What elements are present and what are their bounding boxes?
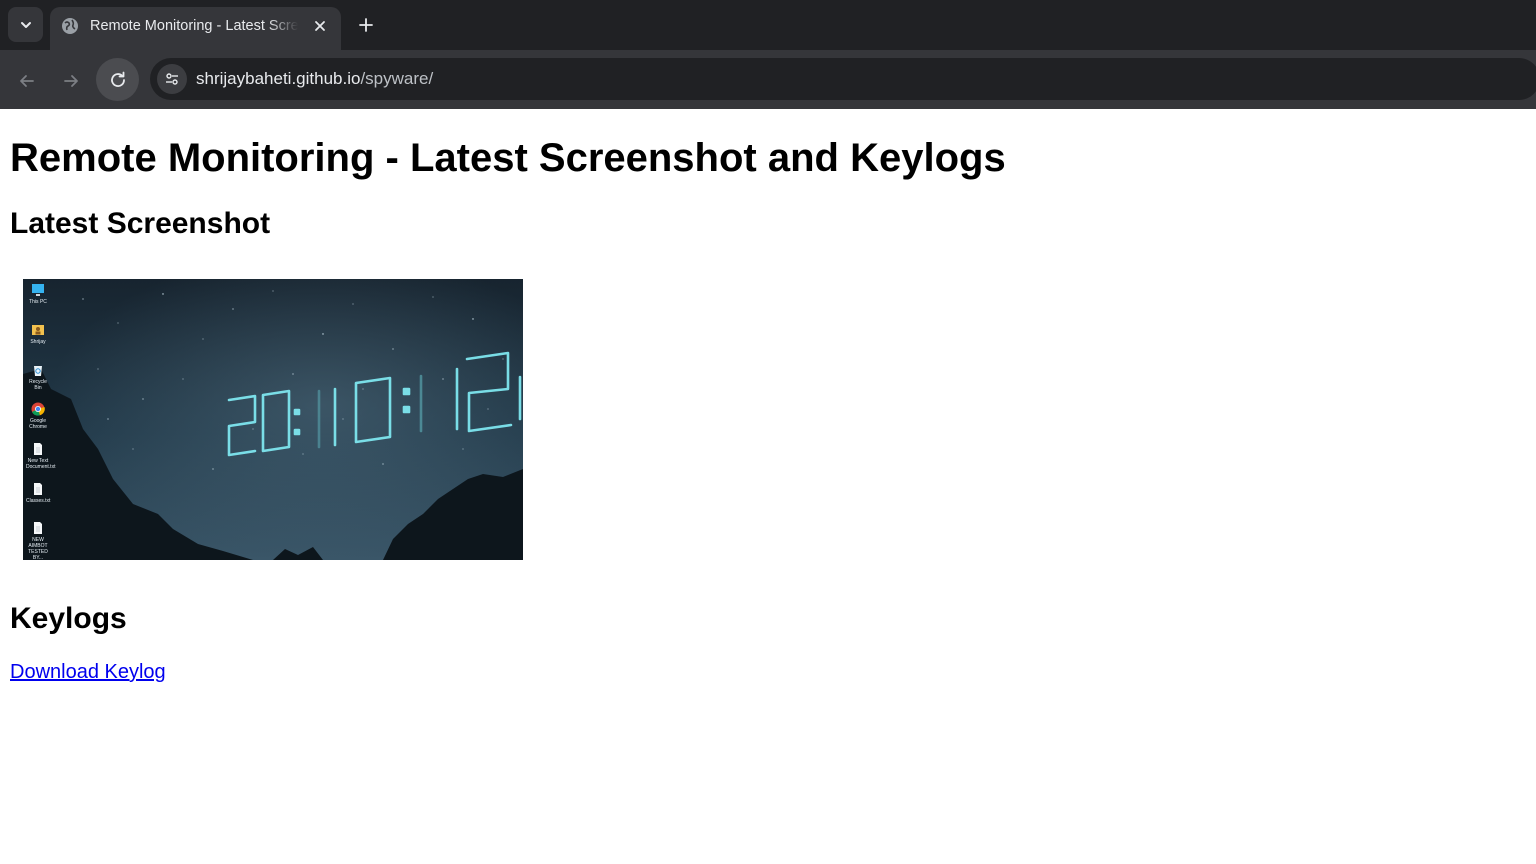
recycle-bin-icon (34, 366, 42, 376)
browser-tab-active[interactable]: Remote Monitoring - Latest Screenshot an… (50, 7, 341, 50)
plus-icon (359, 18, 373, 32)
desktop-icon-classes: Classes.txt (26, 482, 50, 504)
desktop-screenshot (23, 279, 523, 560)
browser-toolbar: shrijaybaheti.github.io/spyware/ (0, 50, 1536, 109)
desktop-icon-label: Classes.txt (26, 498, 51, 504)
latest-screenshot-image: This PC Shrijay Recycle Bin Google Chrom… (23, 279, 523, 560)
desktop-icon-recycle-bin: Recycle Bin (26, 363, 50, 391)
close-icon (315, 21, 325, 31)
desktop-icon-label: Shrijay (30, 339, 46, 345)
desktop-icon-label: Google Chrome (29, 418, 47, 430)
arrow-left-icon (20, 75, 34, 87)
back-button[interactable] (7, 61, 47, 101)
reload-icon (110, 71, 125, 87)
site-info-button[interactable] (157, 64, 187, 94)
desktop-icon-aimbot: NEW AIMBOT TESTED BY... (26, 521, 50, 560)
page-content: Remote Monitoring - Latest Screenshot an… (0, 109, 1536, 864)
text-file-icon (34, 483, 42, 495)
monitor-icon (32, 284, 44, 296)
text-file-icon (34, 522, 42, 534)
url-path: /spyware/ (360, 69, 434, 88)
screenshot-heading: Latest Screenshot (10, 207, 271, 240)
desktop-icon-label: This PC (29, 299, 47, 305)
desktop-icon-label: New Text Document.txt (26, 458, 56, 470)
chrome-icon (31, 402, 45, 416)
desktop-icon-text-doc: New Text Document.txt (26, 442, 56, 470)
browser-tab-bar: Remote Monitoring - Latest Screenshot an… (0, 0, 1536, 50)
reload-button[interactable] (96, 58, 139, 101)
desktop-icon-user-folder: Shrijay (26, 323, 50, 345)
desktop-icon-label: NEW AIMBOT TESTED BY... (28, 537, 48, 560)
url-text[interactable]: shrijaybaheti.github.io/spyware/ (196, 69, 433, 89)
user-folder-icon (32, 325, 44, 335)
desktop-icon-this-pc: This PC (26, 283, 50, 305)
chevron-down-icon (20, 21, 31, 28)
tab-close-button[interactable] (310, 16, 330, 36)
url-domain: shrijaybaheti.github.io (196, 69, 361, 88)
tune-icon (166, 73, 178, 85)
page-title: Remote Monitoring - Latest Screenshot an… (10, 136, 1006, 180)
desktop-icon-chrome: Google Chrome (26, 402, 50, 430)
address-bar[interactable]: shrijaybaheti.github.io/spyware/ (150, 58, 1536, 100)
new-tab-button[interactable] (352, 11, 380, 39)
tab-search-button[interactable] (8, 7, 43, 42)
forward-button[interactable] (51, 61, 91, 101)
arrow-right-icon (64, 75, 78, 87)
keylogs-heading: Keylogs (10, 602, 127, 635)
download-keylog-link[interactable]: Download Keylog (10, 661, 166, 684)
desktop-icon-label: Recycle Bin (29, 379, 47, 391)
text-file-icon (34, 443, 42, 455)
globe-icon (62, 18, 78, 34)
tab-title: Remote Monitoring - Latest Screenshot an… (90, 18, 298, 34)
